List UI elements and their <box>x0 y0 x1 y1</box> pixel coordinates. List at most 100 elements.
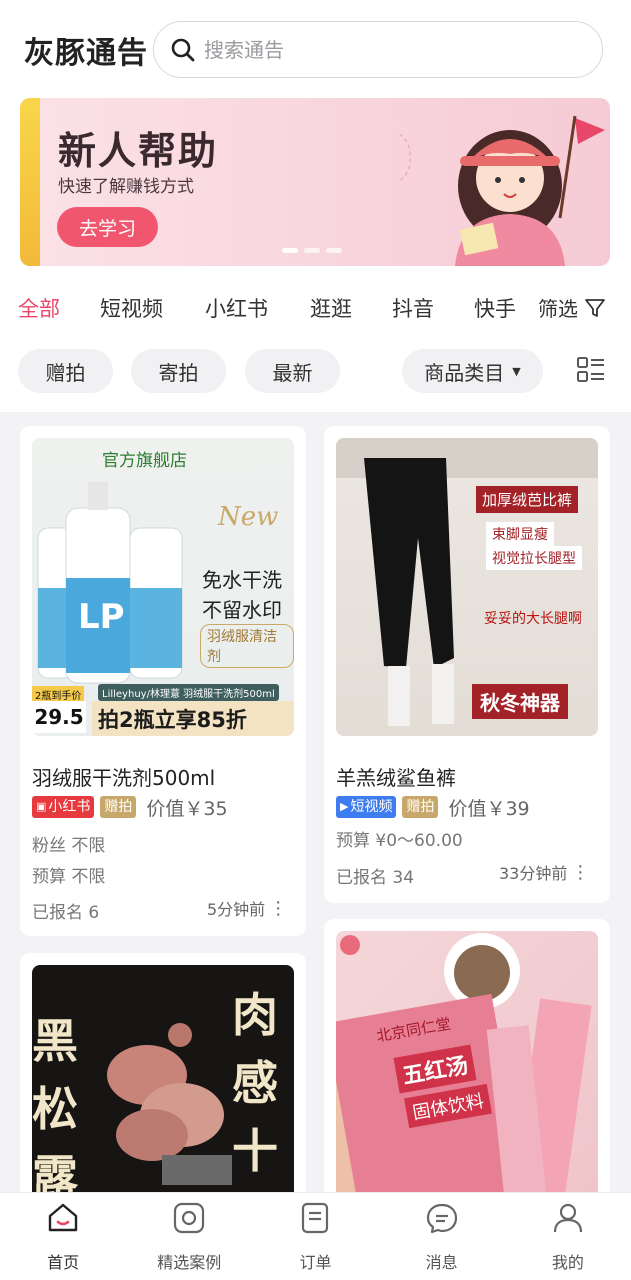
platform-label: 小红书 <box>48 799 91 815</box>
tab-xiaohongshu[interactable]: 小红书 <box>205 293 268 323</box>
image-line3: 视觉拉长腿型 <box>486 546 582 570</box>
platform-badge: ▶ 短视频 <box>336 796 397 818</box>
tab-douyin[interactable]: 抖音 <box>392 293 434 323</box>
signed-count: 已报名 34 <box>336 868 415 888</box>
image-line1: 免水干洗 <box>202 568 282 592</box>
tab-guangguang[interactable]: 逛逛 <box>310 293 352 323</box>
svg-text:LP: LP <box>78 597 125 637</box>
image-line5: 秋冬神器 <box>472 684 568 719</box>
user-icon <box>553 1203 582 1233</box>
type-badge: 赠拍 <box>402 796 439 818</box>
product-image: 北京同仁堂 五红汤 固体饮料 <box>336 931 598 1209</box>
task-card[interactable]: 加厚绒芭比裤 束脚显瘦 视觉拉长腿型 妥妥的大长腿啊 秋冬神器 羊羔绒鲨鱼裤 ▶… <box>324 426 610 903</box>
nav-orders[interactable]: 订单 <box>252 1193 378 1280</box>
image-tag: 羽绒服清洁剂 <box>200 624 294 668</box>
tab-all[interactable]: 全部 <box>18 293 60 323</box>
more-icon[interactable]: ⋮ <box>269 898 287 919</box>
image-line2: 束脚显瘦 <box>486 522 554 546</box>
tag-row: ▶ 短视频 赠拍 价值￥39 <box>336 796 530 820</box>
pager-dot <box>326 248 342 253</box>
bottles-art: LP <box>37 482 183 684</box>
pager-dot <box>304 248 320 253</box>
tab-kuaishou[interactable]: 快手 <box>474 293 516 323</box>
time-text: 5分钟前 <box>207 900 266 919</box>
card-title: 羊羔绒鲨鱼裤 <box>336 766 456 790</box>
banner-title: 新人帮助 <box>58 129 219 173</box>
app-logo: 灰豚通告 <box>24 36 148 71</box>
search-bar[interactable] <box>153 21 603 78</box>
platform-label: 短视频 <box>350 799 393 815</box>
type-badge: 赠拍 <box>100 796 137 818</box>
category-select[interactable]: 商品类目 ▼ <box>402 349 543 393</box>
nav-messages-label: 消息 <box>425 1253 458 1272</box>
image-new-text: New <box>218 502 279 532</box>
nav-profile[interactable]: 我的 <box>505 1193 631 1280</box>
book-icon: ▣ <box>36 800 47 813</box>
chip-send-shoot[interactable]: 寄拍 <box>131 349 226 393</box>
time-text: 33分钟前 <box>499 864 568 883</box>
budget-text: 预算 不限 <box>32 867 106 887</box>
banner-subtitle: 快速了解赚钱方式 <box>58 177 194 197</box>
tag-row: ▣ 小红书 赠拍 价值￥35 <box>32 796 228 820</box>
nav-profile-label: 我的 <box>551 1253 584 1272</box>
image-char: 肉 <box>232 988 278 1042</box>
card-title: 羽绒服干洗剂500ml <box>32 766 216 790</box>
value-text: 价值￥35 <box>146 797 228 820</box>
nav-messages[interactable]: 消息 <box>379 1193 505 1280</box>
image-promo: 拍2瓶立享85折 <box>92 701 294 736</box>
category-label: 商品类目 <box>424 360 505 385</box>
platform-badge: ▣ 小红书 <box>32 796 95 818</box>
search-icon <box>171 38 195 61</box>
image-char: 十 <box>232 1124 278 1178</box>
chip-gift-shoot[interactable]: 赠拍 <box>18 349 113 393</box>
nav-featured-label: 精选案例 <box>157 1253 222 1272</box>
funnel-icon <box>585 298 605 317</box>
chat-bubble-icon <box>426 1203 457 1234</box>
home-icon <box>48 1203 78 1232</box>
nav-featured[interactable]: 精选案例 <box>126 1193 252 1280</box>
product-image: 黑 松 露 肉 感 十 <box>32 965 294 1205</box>
nav-home-label: 首页 <box>47 1253 80 1272</box>
list-layout-icon[interactable] <box>576 355 606 385</box>
banner-illustration: ? <box>400 115 605 266</box>
learn-button[interactable]: 去学习 <box>57 207 158 247</box>
meat-art <box>107 1023 232 1185</box>
signed-count: 已报名 6 <box>32 903 100 923</box>
time-row: 5分钟前 ⋮ <box>207 896 287 920</box>
image-brand: Lilleyhuy/林理薏 羽绒服干洗剂500ml <box>98 684 279 701</box>
camera-icon <box>174 1202 205 1234</box>
time-row: 33分钟前 ⋮ <box>499 860 589 884</box>
fans-text: 粉丝 不限 <box>32 836 106 856</box>
image-line4: 妥妥的大长腿啊 <box>484 611 582 627</box>
nav-orders-label: 订单 <box>299 1253 332 1272</box>
bottom-nav: 首页 精选案例 订单 消息 我的 <box>0 1192 631 1280</box>
product-image: 加厚绒芭比裤 束脚显瘦 视觉拉长腿型 妥妥的大长腿啊 秋冬神器 <box>336 438 598 736</box>
play-icon: ▶ <box>340 800 349 813</box>
search-input[interactable] <box>204 37 564 62</box>
promo-banner[interactable]: 新人帮助 快速了解赚钱方式 去学习 ? <box>20 98 610 266</box>
tab-short-video[interactable]: 短视频 <box>100 293 163 323</box>
image-price: 29.5 <box>32 701 86 733</box>
chip-latest[interactable]: 最新 <box>245 349 340 393</box>
header: 灰豚通告 新人帮助 快速了解赚钱方式 去学习 ? 全部 <box>0 0 631 412</box>
product-image: 官方旗舰店 New LP 免水干洗 不留水印 羽绒服清洁剂 Lilleyhuy/… <box>32 438 294 736</box>
filter-button[interactable]: 筛选 <box>538 293 606 322</box>
task-card[interactable]: 北京同仁堂 五红汤 固体饮料 <box>324 919 610 1209</box>
value-text: 价值￥39 <box>448 797 530 820</box>
nav-home[interactable]: 首页 <box>0 1193 126 1280</box>
image-char: 松 <box>32 1082 78 1136</box>
image-char: 黑 <box>32 1014 78 1068</box>
category-tabs: 全部 短视频 小红书 逛逛 抖音 快手 筛选 <box>0 285 631 329</box>
more-icon[interactable]: ⋮ <box>571 862 589 883</box>
task-card[interactable]: 官方旗舰店 New LP 免水干洗 不留水印 羽绒服清洁剂 Lilleyhuy/… <box>20 426 306 936</box>
image-line2: 不留水印 <box>202 598 282 622</box>
filter-label: 筛选 <box>538 297 578 321</box>
image-store-text: 官方旗舰店 <box>102 451 187 471</box>
banner-pager <box>282 248 342 253</box>
document-icon <box>302 1202 329 1234</box>
image-line1: 加厚绒芭比裤 <box>476 486 579 513</box>
task-card[interactable]: 黑 松 露 肉 感 十 <box>20 953 306 1213</box>
budget-text: 预算 ¥0～60.00 <box>336 831 463 851</box>
banner-strip <box>20 98 40 266</box>
caret-down-icon: ▼ <box>512 364 521 378</box>
